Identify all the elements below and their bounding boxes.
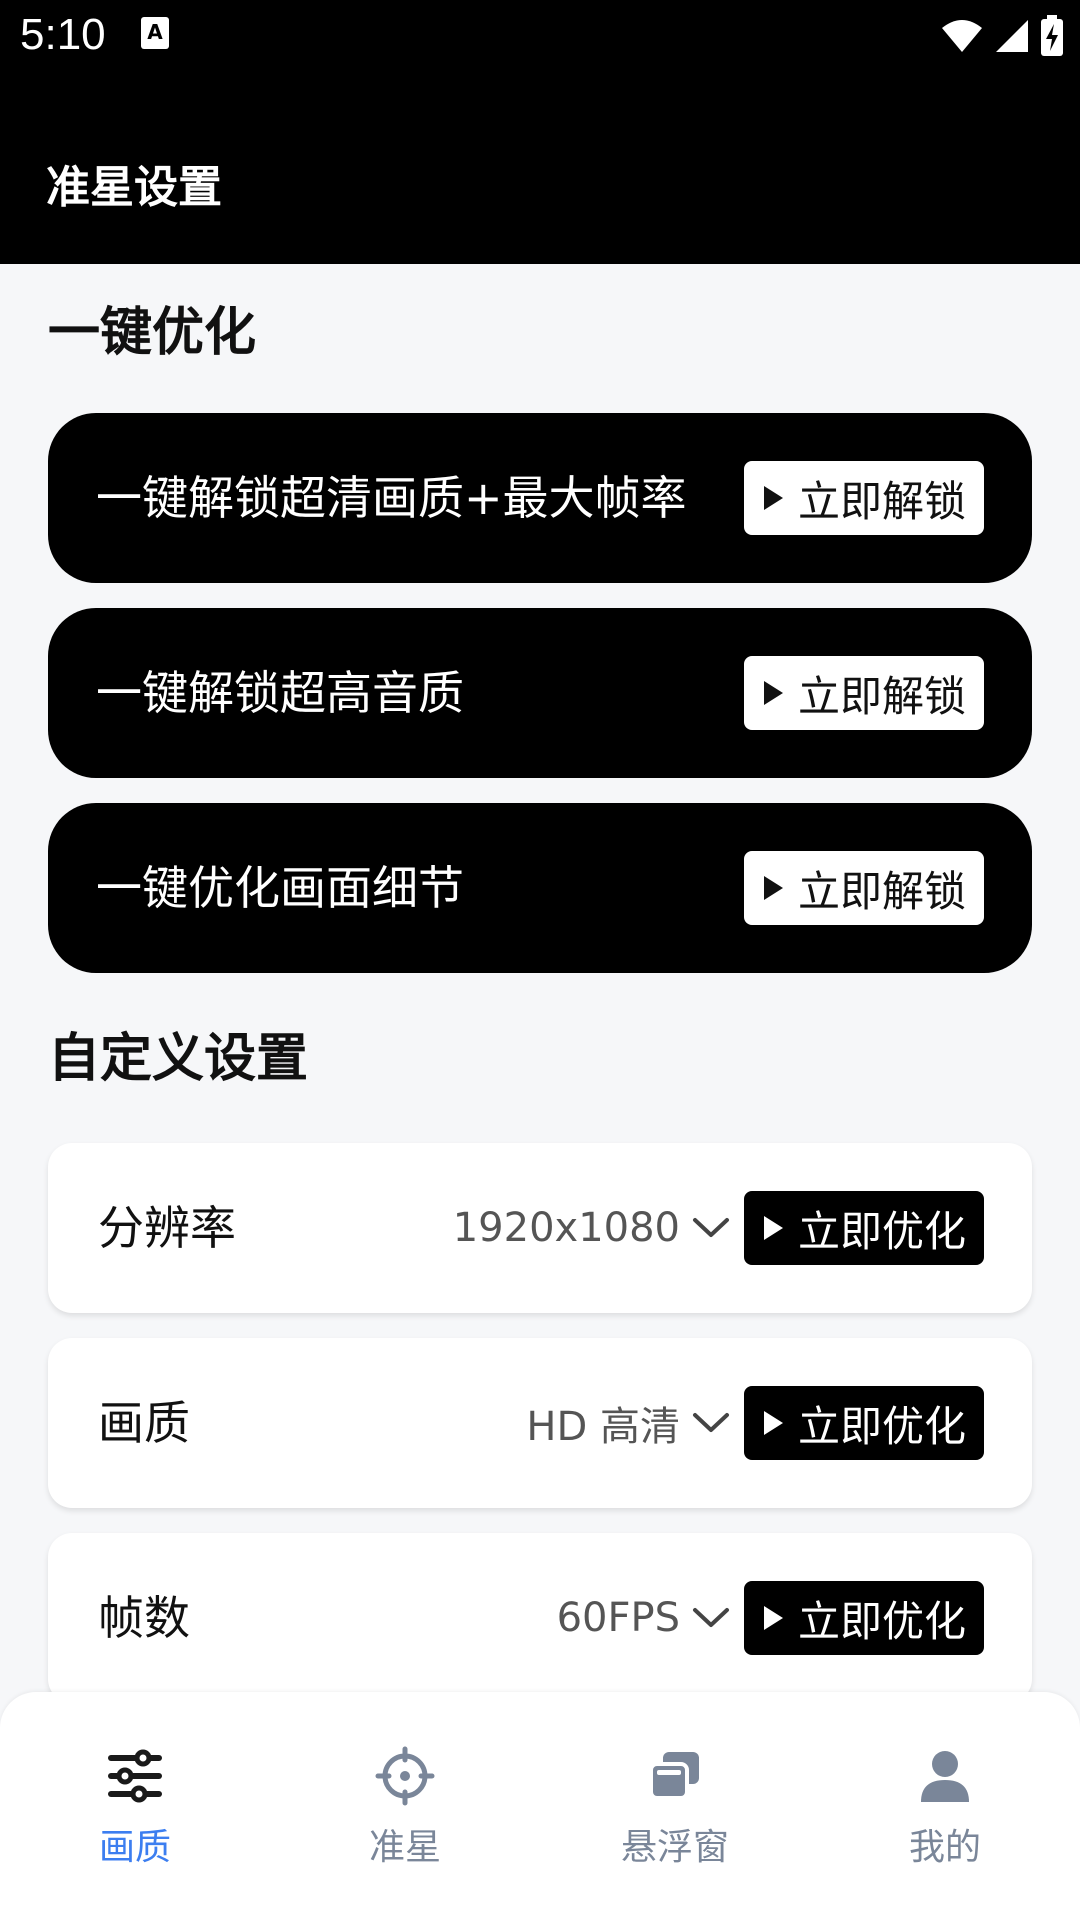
status-icons xyxy=(940,12,1064,60)
setting-row-quality: 画质 HD 高清 立即优化 xyxy=(48,1338,1032,1508)
unlock-card-label: 一键解锁超高音质 xyxy=(96,666,464,720)
wifi-icon xyxy=(942,20,982,52)
unlock-button-label: 立即解锁 xyxy=(797,866,966,916)
status-bar: 5:10 A xyxy=(0,0,1080,72)
section-title-one-click: 一键优化 xyxy=(48,303,257,363)
optimize-button-label: 立即优化 xyxy=(797,1401,966,1451)
crosshair-icon xyxy=(375,1746,435,1806)
nav-tab-label: 准星 xyxy=(368,1827,441,1868)
optimize-button-label: 立即优化 xyxy=(797,1206,966,1256)
nav-tab-crosshair[interactable]: 准星 xyxy=(270,1746,540,1876)
chevron-down-icon xyxy=(693,1218,729,1237)
chevron-down-icon xyxy=(693,1608,729,1627)
play-icon xyxy=(763,1606,783,1630)
nav-tab-floating-window[interactable]: 悬浮窗 xyxy=(540,1746,810,1876)
play-icon xyxy=(763,876,783,900)
unlock-now-button[interactable]: 立即解锁 xyxy=(744,461,984,535)
status-time: 5:10 xyxy=(20,10,106,59)
chevron-down-icon xyxy=(693,1413,729,1432)
setting-label: 帧数 xyxy=(98,1591,190,1645)
play-icon xyxy=(763,1411,783,1435)
unlock-button-label: 立即解锁 xyxy=(797,671,966,721)
optimize-now-button[interactable]: 立即优化 xyxy=(744,1581,984,1655)
nav-tab-quality[interactable]: 画质 xyxy=(0,1746,270,1876)
app-bar: 准星设置 xyxy=(0,72,1080,264)
setting-row-fps: 帧数 60FPS 立即优化 xyxy=(48,1533,1032,1703)
unlock-now-button[interactable]: 立即解锁 xyxy=(744,851,984,925)
play-icon xyxy=(763,681,783,705)
dropdown-value: 60FPS xyxy=(556,1595,680,1641)
optimize-button-label: 立即优化 xyxy=(797,1596,966,1646)
quality-dropdown[interactable]: HD 高清 xyxy=(526,1338,730,1508)
nav-tab-label: 画质 xyxy=(98,1827,171,1868)
svg-text:A: A xyxy=(147,20,163,44)
dropdown-value: 1920x1080 xyxy=(452,1205,680,1251)
person-icon xyxy=(921,1751,969,1802)
unlock-card-label: 一键优化画面细节 xyxy=(96,861,464,915)
unlock-card-ultra-quality: 一键解锁超清画质+最大帧率 立即解锁 xyxy=(48,413,1032,583)
cellular-signal-icon xyxy=(996,20,1028,52)
optimize-now-button[interactable]: 立即优化 xyxy=(744,1386,984,1460)
page-title: 准星设置 xyxy=(46,162,222,213)
floating-window-icon xyxy=(649,1752,699,1800)
unlock-card-label: 一键解锁超清画质+最大帧率 xyxy=(96,471,687,525)
setting-label: 画质 xyxy=(98,1396,190,1450)
dropdown-value: HD 高清 xyxy=(526,1404,680,1450)
play-icon xyxy=(763,1216,783,1240)
bottom-navigation: 画质 准星 悬浮窗 我的 xyxy=(0,1692,1080,1920)
fps-dropdown[interactable]: 60FPS xyxy=(557,1533,730,1703)
optimize-now-button[interactable]: 立即优化 xyxy=(744,1191,984,1265)
unlock-card-audio: 一键解锁超高音质 立即解锁 xyxy=(48,608,1032,778)
sliders-icon xyxy=(108,1749,162,1803)
section-title-custom: 自定义设置 xyxy=(48,1029,309,1089)
notification-icon: A xyxy=(141,17,169,49)
setting-row-resolution: 分辨率 1920x1080 立即优化 xyxy=(48,1143,1032,1313)
unlock-card-detail: 一键优化画面细节 立即解锁 xyxy=(48,803,1032,973)
unlock-button-label: 立即解锁 xyxy=(797,476,966,526)
play-icon xyxy=(763,486,783,510)
nav-tab-label: 悬浮窗 xyxy=(620,1827,729,1868)
resolution-dropdown[interactable]: 1920x1080 xyxy=(453,1143,730,1313)
setting-label: 分辨率 xyxy=(98,1201,236,1255)
battery-charging-icon xyxy=(1041,15,1063,56)
nav-tab-profile[interactable]: 我的 xyxy=(810,1746,1080,1876)
nav-tab-label: 我的 xyxy=(908,1827,981,1868)
unlock-now-button[interactable]: 立即解锁 xyxy=(744,656,984,730)
